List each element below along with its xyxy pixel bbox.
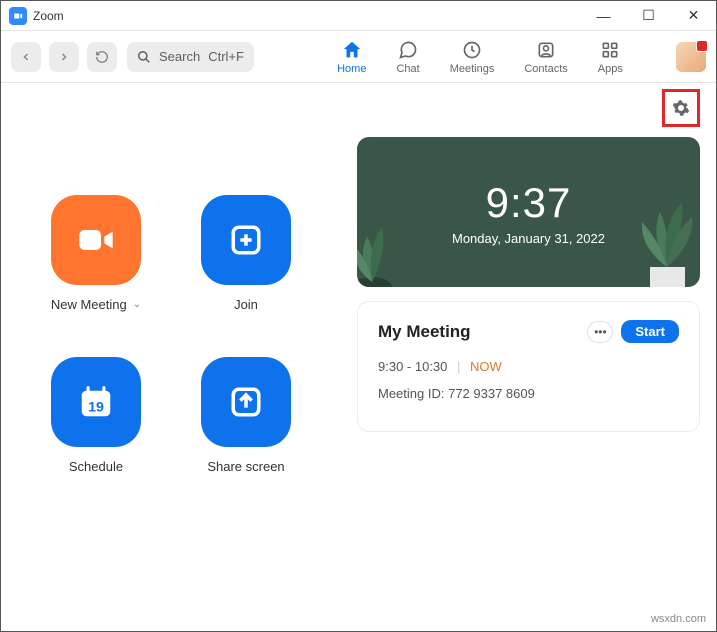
clock-time: 9:37 xyxy=(486,179,572,227)
watermark: wsxdn.com xyxy=(651,613,706,625)
window-title: Zoom xyxy=(33,9,64,23)
plant-decoration xyxy=(357,197,427,287)
gear-icon xyxy=(672,99,690,117)
settings-highlight xyxy=(662,89,700,127)
new-meeting-cell: New Meeting ⌄ xyxy=(21,195,171,345)
main-content: New Meeting ⌄ Join 19 Schedule xyxy=(1,83,716,631)
window-controls: — ☐ ✕ xyxy=(581,1,716,31)
schedule-label: Schedule xyxy=(69,459,123,474)
title-bar: Zoom — ☐ ✕ xyxy=(1,1,716,31)
meeting-more-button[interactable]: ••• xyxy=(587,321,613,343)
clock-date: Monday, January 31, 2022 xyxy=(452,231,605,246)
tab-apps[interactable]: Apps xyxy=(598,39,623,75)
chat-icon xyxy=(397,39,419,61)
apps-icon xyxy=(599,39,621,61)
join-cell: Join xyxy=(171,195,321,345)
share-icon xyxy=(229,385,263,419)
svg-text:19: 19 xyxy=(88,400,104,416)
clock-card: 9:37 Monday, January 31, 2022 xyxy=(357,137,700,287)
home-icon xyxy=(341,39,363,61)
maximize-button[interactable]: ☐ xyxy=(626,1,671,31)
new-meeting-button[interactable] xyxy=(51,195,141,285)
actions-panel: New Meeting ⌄ Join 19 Schedule xyxy=(17,95,357,631)
back-button[interactable] xyxy=(11,42,41,72)
right-panel: 9:37 Monday, January 31, 2022 My Meeting… xyxy=(357,95,700,631)
minimize-button[interactable]: — xyxy=(581,1,626,31)
meeting-id-row: Meeting ID: 772 9337 8609 xyxy=(378,386,679,401)
share-cell: Share screen xyxy=(171,357,321,507)
now-indicator: NOW xyxy=(470,359,502,374)
tab-contacts[interactable]: Contacts xyxy=(524,39,567,75)
join-button[interactable] xyxy=(201,195,291,285)
search-box[interactable]: Search Ctrl+F xyxy=(127,42,254,72)
schedule-button[interactable]: 19 xyxy=(51,357,141,447)
tab-chat[interactable]: Chat xyxy=(396,39,419,75)
meeting-time-row: 9:30 - 10:30 | NOW xyxy=(378,359,679,374)
search-label: Search xyxy=(159,49,200,64)
contacts-icon xyxy=(535,39,557,61)
tab-meetings[interactable]: Meetings xyxy=(450,39,495,75)
calendar-icon: 19 xyxy=(77,383,115,421)
top-tabs: Home Chat Meetings Contacts Apps xyxy=(284,39,676,75)
settings-button[interactable] xyxy=(669,96,693,120)
history-button[interactable] xyxy=(87,42,117,72)
meetings-icon xyxy=(461,39,483,61)
share-screen-button[interactable] xyxy=(201,357,291,447)
plus-icon xyxy=(229,223,263,257)
start-meeting-button[interactable]: Start xyxy=(621,320,679,343)
nav-arrows xyxy=(11,42,117,72)
search-shortcut: Ctrl+F xyxy=(208,49,244,64)
video-icon xyxy=(76,220,116,260)
tab-home[interactable]: Home xyxy=(337,39,366,75)
chevron-down-icon[interactable]: ⌄ xyxy=(133,299,141,310)
schedule-cell: 19 Schedule xyxy=(21,357,171,507)
search-icon xyxy=(137,50,151,64)
plant-decoration xyxy=(620,177,700,287)
top-toolbar: Search Ctrl+F Home Chat Meetings Contact… xyxy=(1,31,716,83)
join-label: Join xyxy=(234,297,258,312)
close-button[interactable]: ✕ xyxy=(671,1,716,31)
forward-button[interactable] xyxy=(49,42,79,72)
new-meeting-label: New Meeting ⌄ xyxy=(51,297,141,312)
meeting-title: My Meeting xyxy=(378,322,587,342)
avatar[interactable] xyxy=(676,42,706,72)
app-icon xyxy=(9,7,27,25)
meeting-card: My Meeting ••• Start 9:30 - 10:30 | NOW … xyxy=(357,301,700,432)
share-label: Share screen xyxy=(207,459,284,474)
